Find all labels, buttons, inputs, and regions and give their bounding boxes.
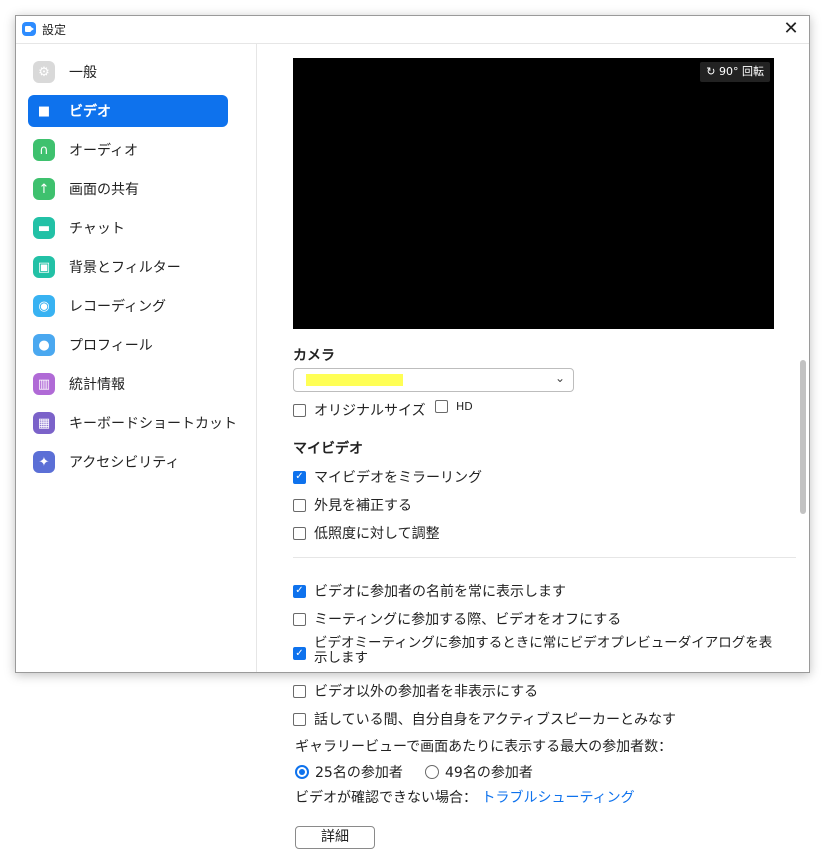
my-video-section-title: マイビデオ xyxy=(293,441,363,457)
settings-sidebar: ⚙ 一般 ■ ビデオ ∩ オーディオ ↑ 画面の共有 ▬ チャット ▣ 背景とフィルター ◉ レコーディン… xyxy=(16,44,257,672)
sidebar-item[interactable]: ■ ビデオ xyxy=(28,95,228,127)
share-screen-icon: ↑ xyxy=(33,178,55,200)
sidebar-item-label: チャット xyxy=(69,221,125,237)
divider xyxy=(293,557,796,558)
sidebar-item[interactable]: ⚙ 一般 xyxy=(28,56,228,88)
mirror-video-label: マイビデオをミラーリング xyxy=(314,470,482,486)
gallery-max-label: ギャラリービューで画面あたりに表示する最大の参加者数： xyxy=(295,739,673,755)
sidebar-item[interactable]: ▥ 統計情報 xyxy=(28,368,228,400)
scrollbar[interactable] xyxy=(795,44,809,672)
mirror-video-checkbox[interactable]: ✓ マイビデオをミラーリング xyxy=(293,467,482,487)
rotate-button[interactable]: ↻ 90° 回転 xyxy=(700,62,770,82)
sidebar-item-label: アクセシビリティ xyxy=(69,455,180,471)
window-title: 設定 xyxy=(42,23,67,37)
checkbox-box[interactable] xyxy=(293,612,306,626)
record-icon: ◉ xyxy=(33,295,55,317)
checkbox-box[interactable] xyxy=(293,498,306,512)
hide-non-video-label: ビデオ以外の参加者を非表示にする xyxy=(314,684,539,700)
rotate-icon: ↻ xyxy=(706,65,716,78)
camera-name-redacted xyxy=(306,374,403,386)
video-preview: ↻ 90° 回転 xyxy=(293,58,774,329)
hd-label: HD xyxy=(456,400,473,413)
close-icon[interactable]: ✕ xyxy=(781,19,801,39)
troubleshoot-row: ビデオが確認できない場合： トラブルシューティング xyxy=(295,787,635,807)
preview-dialog-label: ビデオミーティングに参加するときに常にビデオプレビューダイアログを表示します xyxy=(314,635,773,666)
chevron-down-icon: ⌄ xyxy=(554,371,565,385)
checkbox-box[interactable] xyxy=(293,526,306,540)
advanced-button[interactable]: 詳細 xyxy=(295,826,375,849)
sidebar-item-label: 背景とフィルター xyxy=(69,260,181,276)
sidebar-item[interactable]: ◉ レコーディング xyxy=(28,290,228,322)
background-icon: ▣ xyxy=(33,256,55,278)
sidebar-item[interactable]: ▦ キーボードショートカット xyxy=(28,407,237,439)
headphones-icon: ∩ xyxy=(33,139,55,161)
radio-25-participants[interactable]: 25名の参加者 xyxy=(295,762,403,782)
low-light-checkbox[interactable]: 低照度に対して調整 xyxy=(293,523,440,543)
checkbox-box[interactable] xyxy=(293,712,306,726)
statistics-icon: ▥ xyxy=(33,373,55,395)
original-size-checkbox[interactable]: オリジナルサイズ xyxy=(293,400,426,420)
sidebar-item[interactable]: ● プロフィール xyxy=(28,329,228,361)
troubleshoot-prefix: ビデオが確認できない場合： xyxy=(295,790,477,806)
show-names-label: ビデオに参加者の名前を常に表示します xyxy=(314,584,566,600)
profile-icon: ● xyxy=(33,334,55,356)
radio-25-label: 25名の参加者 xyxy=(315,765,403,781)
sidebar-item[interactable]: ↑ 画面の共有 xyxy=(28,173,228,205)
checkbox-box[interactable] xyxy=(293,684,306,698)
preview-dialog-checkbox[interactable]: ✓ ビデオミーティングに参加するときに常にビデオプレビューダイアログを表示します xyxy=(293,636,784,666)
sidebar-item-label: 統計情報 xyxy=(69,377,125,393)
camera-select[interactable]: ⌄ xyxy=(293,368,574,392)
checkbox-checked-icon[interactable]: ✓ xyxy=(293,584,306,598)
gear-icon: ⚙ xyxy=(33,61,55,83)
touch-up-label: 外見を補正する xyxy=(314,498,412,514)
troubleshooting-link[interactable]: トラブルシューティング xyxy=(481,790,634,806)
show-names-checkbox[interactable]: ✓ ビデオに参加者の名前を常に表示します xyxy=(293,581,566,601)
keyboard-icon: ▦ xyxy=(33,412,55,434)
sidebar-item-label: プロフィール xyxy=(69,338,153,354)
rotate-label: 90° 回転 xyxy=(719,65,764,78)
sidebar-item-label: オーディオ xyxy=(69,143,139,159)
radio-49-participants[interactable]: 49名の参加者 xyxy=(425,762,533,782)
original-size-label: オリジナルサイズ xyxy=(314,403,426,419)
accessibility-icon: ✦ xyxy=(33,451,55,473)
touch-up-checkbox[interactable]: 外見を補正する xyxy=(293,495,412,515)
spotlight-self-label: 話している間、自分自身をアクティブスピーカーとみなす xyxy=(314,712,677,728)
sidebar-item[interactable]: ▣ 背景とフィルター xyxy=(28,251,228,283)
spotlight-self-checkbox[interactable]: 話している間、自分自身をアクティブスピーカーとみなす xyxy=(293,709,676,729)
sidebar-item-label: ビデオ xyxy=(69,104,111,120)
checkbox-box[interactable] xyxy=(293,403,306,417)
sidebar-item-label: 画面の共有 xyxy=(69,182,139,198)
zoom-app-icon xyxy=(22,22,36,36)
sidebar-item[interactable]: ✦ アクセシビリティ xyxy=(28,446,228,478)
low-light-label: 低照度に対して調整 xyxy=(314,526,440,542)
checkbox-checked-icon[interactable]: ✓ xyxy=(293,647,306,660)
radio-49-label: 49名の参加者 xyxy=(445,765,533,781)
checkbox-box[interactable] xyxy=(435,400,448,413)
hd-checkbox[interactable]: HD xyxy=(435,400,473,413)
camera-section-title: カメラ xyxy=(293,348,335,364)
sidebar-item[interactable]: ∩ オーディオ xyxy=(28,134,228,166)
checkbox-checked-icon[interactable]: ✓ xyxy=(293,470,306,484)
chat-icon: ▬ xyxy=(33,217,55,239)
sidebar-item-label: レコーディング xyxy=(69,299,167,315)
radio-selected-icon[interactable] xyxy=(295,765,309,779)
scrollbar-thumb[interactable] xyxy=(800,360,806,514)
sidebar-item-label: 一般 xyxy=(69,65,97,81)
title-bar: 設定 ✕ xyxy=(16,16,809,44)
sidebar-item[interactable]: ▬ チャット xyxy=(28,212,228,244)
turn-off-video-checkbox[interactable]: ミーティングに参加する際、ビデオをオフにする xyxy=(293,609,621,629)
sidebar-item-label: キーボードショートカット xyxy=(69,416,237,432)
radio-unselected-icon[interactable] xyxy=(425,765,439,779)
video-camera-icon: ■ xyxy=(37,103,51,119)
settings-window: 設定 ✕ ⚙ 一般 ■ ビデオ ∩ オーディオ ↑ 画面の共有 ▬ チャット ▣ 背景とフィルター ◉ レ… xyxy=(15,15,810,673)
video-settings-panel: ↻ 90° 回転 xyxy=(257,44,809,672)
hide-non-video-checkbox[interactable]: ビデオ以外の参加者を非表示にする xyxy=(293,681,538,701)
turn-off-video-label: ミーティングに参加する際、ビデオをオフにする xyxy=(314,612,622,628)
